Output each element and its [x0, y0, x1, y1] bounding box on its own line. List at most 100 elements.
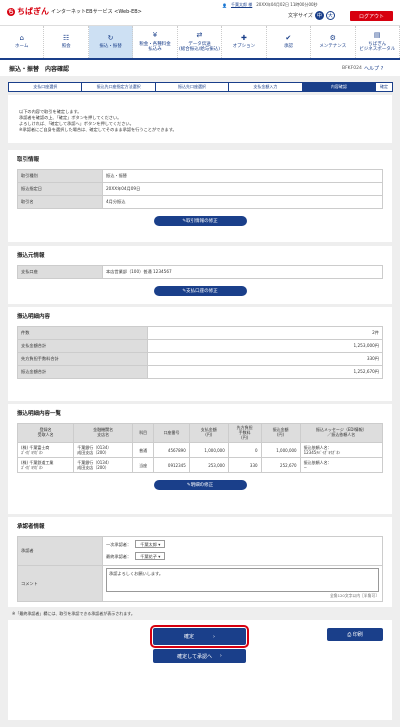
comment-textarea[interactable]: 承認よろしくお願いします。 — [106, 568, 379, 592]
brand-name: ちばぎん — [17, 6, 49, 16]
row-value: 振込・振替 — [102, 169, 383, 183]
table-row: 取引種別 振込・振替 — [17, 169, 383, 183]
first-approver-label: 一次承認者： — [106, 542, 132, 547]
final-approver-label: 最終承認者： — [106, 554, 132, 559]
list-section: 振込明細内容一覧 登録名 受取人名 金融機関名 支店名 科目 口座番号 支払金額 (円)… — [8, 404, 392, 514]
nav-item-6[interactable]: ✔ 承認 — [267, 26, 312, 58]
table-cell: 330 — [227, 457, 262, 474]
table-cell: 普通 — [131, 442, 155, 459]
help-link[interactable]: ヘルプ ? — [364, 65, 383, 72]
table-cell: 当座 — [131, 457, 155, 474]
nav-icon: ✔ — [285, 33, 292, 42]
table-row: 先方負担手数料合計 330円 — [17, 352, 383, 366]
table-cell: 0 — [227, 442, 262, 459]
button-label: 明細の修正 — [190, 483, 214, 489]
row-value: 2件 — [147, 326, 383, 340]
confirm-approve-button[interactable]: 確定して承認へ › — [153, 649, 246, 663]
nav-label: 振込・振替 — [99, 44, 122, 50]
nav-label: ホーム — [15, 44, 29, 50]
nav-item-0[interactable]: ⌂ ホーム — [0, 26, 45, 58]
table-cell: (株) 千葉富士商 ｽﾞｲｶﾞﾖｳｶﾞﾈﾝ — [16, 442, 75, 459]
brand-logo[interactable]: ち ちばぎん インターネットEBサービス <Web-EB> — [7, 6, 142, 17]
user-info: 👤 千葉太郎 様 20XX年04月02日 11時00分00秒 — [222, 2, 318, 8]
step-5: 確定 — [375, 82, 394, 92]
nav-item-7[interactable]: ⚙ メンテナンス — [311, 26, 356, 58]
column-header: 科目 — [131, 422, 155, 444]
table-row: 振込指定日 20XX年04月09日 — [17, 182, 383, 196]
row-value: 330円 — [147, 352, 383, 366]
comment-label: コメント — [17, 565, 103, 602]
table-row: (株) 千葉富士商 ｽﾞｲｶﾞﾖｳｶﾞﾈﾝ 千葉銀行（0134） 成田支店（200… — [16, 442, 384, 459]
final-approver-row: 最終承認者： 千葉花子 ▾ — [106, 551, 379, 563]
logo-icon: ち — [7, 7, 15, 16]
row-label: 件数 — [17, 326, 148, 340]
first-approver-value: 千葉太郎 — [140, 542, 157, 547]
step-2: 振込先口座選択 — [154, 82, 230, 92]
approver-table: 承認者 一次承認者： 千葉太郎 ▾ 最終承認者： 千葉花子 ▾ コメント 承認よろし… — [17, 536, 383, 602]
nav-item-8[interactable]: ▤ ちばぎん ビジネスポータル — [356, 26, 400, 58]
table-row: 振込金額合計 1,252,670円 — [17, 365, 383, 379]
user-name[interactable]: 千葉太郎 様 — [231, 2, 252, 8]
section-title: 承認者情報 — [17, 524, 45, 530]
table-row: 取引名 4月分振込 — [17, 195, 383, 209]
edit-tx-info-button[interactable]: ✎ 取引情報の修正 — [153, 216, 247, 226]
nav-icon: ⚙ — [329, 33, 336, 42]
nav-label: 税金・各種料金 払込み — [139, 41, 171, 52]
nav-label: 照会 — [61, 44, 71, 50]
row-label: 取引名 — [17, 195, 103, 209]
font-small-button[interactable]: 中 — [314, 11, 324, 20]
detail-section: 振込明細内容 件数 2件 支払金額合計 1,253,000円 先方負担手数料合計 330円… — [8, 307, 392, 401]
button-label: 支払口座の修正 — [186, 289, 218, 294]
column-header: 口座番号 — [153, 422, 190, 444]
nav-item-2[interactable]: ↻ 振込・振替 — [88, 26, 134, 58]
nav-item-5[interactable]: ✚ オプション — [222, 26, 267, 58]
intro-text: 以下の内容で取引を確定します。 承認者を確認の上、「確定」ボタンを押してください。… — [8, 95, 392, 143]
button-label: 確定して承認へ — [177, 653, 212, 660]
section-title: 振込明細内容 — [17, 314, 51, 320]
logout-button[interactable]: ログアウト — [350, 11, 393, 21]
first-approver-row: 一次承認者： 千葉太郎 ▾ — [106, 539, 379, 551]
nav-label: ちばぎん ビジネスポータル — [359, 41, 396, 52]
table-cell: 千葉銀行（0134） 成田支店（200） — [73, 442, 133, 459]
approver-label: 承認者 — [17, 536, 103, 566]
app: ち ちばぎん インターネットEBサービス <Web-EB> 👤 千葉太郎 様 2… — [0, 0, 400, 727]
table-row: 支払金額合計 1,253,000円 — [17, 339, 383, 353]
table-cell: 4567890 — [153, 442, 190, 459]
print-button[interactable]: ⎙ 印刷 — [327, 628, 383, 641]
row-label: 振込金額合計 — [17, 365, 148, 379]
approver-section: 承認者情報 承認者 一次承認者： 千葉太郎 ▾ 最終承認者： 千葉花子 ▾ コメント… — [8, 517, 392, 607]
nav-icon: ⌂ — [19, 33, 24, 42]
nav-item-3[interactable]: ¥ 税金・各種料金 払込み — [133, 26, 178, 58]
tx-info-section: 取引情報 取引種別 振込・振替 振込指定日 20XX年04月09日 取引名 4月分振込 ✎… — [8, 150, 392, 242]
table-cell: 千葉銀行（0134） 成田支店（200） — [73, 457, 133, 474]
tx-info-table: 取引種別 振込・振替 振込指定日 20XX年04月09日 取引名 4月分振込 — [17, 169, 383, 209]
edit-details-button[interactable]: ✎ 明細の修正 — [153, 480, 247, 491]
header-row: 登録名 受取人名 金融機関名 支店名 科目 口座番号 支払金額 (円) 先方負担 手数料 … — [16, 422, 384, 444]
nav-item-4[interactable]: ⇄ データ伝送 (総合振込/給与振込) — [178, 26, 223, 58]
src-info-table: 支払口座 本店営業部（100）普通 1234567 — [17, 265, 383, 279]
nav-icon: ↻ — [107, 33, 114, 42]
service-name: インターネットEBサービス <Web-EB> — [51, 9, 142, 15]
step-0: 支払口座選択 — [8, 82, 83, 92]
row-value: 4月分振込 — [102, 195, 383, 209]
column-header: 登録名 受取人名 — [16, 422, 75, 444]
nav-icon: ▤ — [373, 31, 381, 40]
table-cell: (株) 千葉鉄道工業 ｽﾞｲｶﾞﾖｳｶﾞﾈﾝ — [16, 457, 75, 474]
row-label: 取引種別 — [17, 169, 103, 183]
print-icon: ⎙ — [347, 631, 352, 638]
confirm-button[interactable]: 確定 › — [150, 625, 249, 648]
nav-item-1[interactable]: ☷ 照会 — [44, 26, 89, 58]
edit-src-account-button[interactable]: ✎ 支払口座の修正 — [153, 286, 247, 296]
table-cell: 0912345 — [153, 457, 190, 474]
user-icon: 👤 — [222, 2, 227, 8]
first-approver-select[interactable]: 千葉太郎 ▾ — [135, 540, 166, 548]
row-label: 先方負担手数料合計 — [17, 352, 148, 366]
final-approver-select[interactable]: 千葉花子 ▾ — [135, 552, 166, 560]
column-header: 金融機関名 支店名 — [73, 422, 133, 444]
table-row: (株) 千葉鉄道工業 ｽﾞｲｶﾞﾖｳｶﾞﾈﾝ 千葉銀行（0134） 成田支店（20… — [16, 457, 384, 474]
button-label: 確定 — [183, 634, 194, 640]
row-value: 1,252,670円 — [147, 365, 383, 379]
section-title: 振込明細内容一覧 — [17, 411, 62, 417]
intro-line: ※承認者にご自身を選択した場合は、確定してそのまま承認を行うことができます。 — [19, 127, 177, 133]
font-large-button[interactable]: 大 — [325, 11, 335, 20]
